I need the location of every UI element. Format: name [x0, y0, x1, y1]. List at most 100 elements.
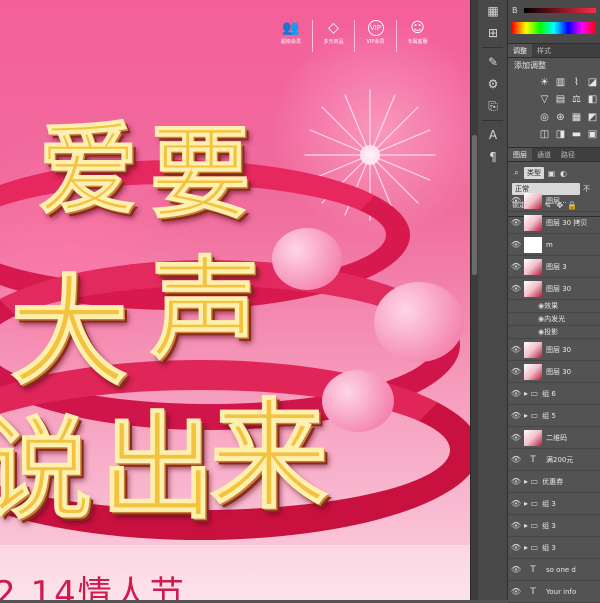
folder-icon[interactable]: ▸ ▭: [524, 543, 538, 552]
heart-balloon: [374, 282, 464, 362]
layer-row[interactable]: 👁 T 满200元: [508, 449, 600, 471]
color-slider-b[interactable]: B: [512, 4, 596, 16]
visibility-eye-icon[interactable]: 👁: [508, 367, 524, 376]
properties-icon[interactable]: ⊞: [478, 22, 508, 44]
selective-color-icon[interactable]: ▣: [586, 128, 599, 141]
visibility-eye-icon[interactable]: 👁: [508, 218, 524, 227]
layer-row[interactable]: 👁 ▸ ▭ 组 6: [508, 383, 600, 405]
visibility-eye-icon[interactable]: 👁: [508, 262, 524, 271]
clone-source-icon[interactable]: ⎘: [478, 95, 508, 117]
exposure-icon[interactable]: ◪: [586, 76, 599, 89]
layer-row[interactable]: 👁 Tso one d: [508, 559, 600, 581]
visibility-eye-icon[interactable]: 👁: [508, 521, 524, 530]
visibility-eye-icon[interactable]: 👁: [508, 284, 524, 293]
document-canvas[interactable]: 👥 超级会员 ◇ 多元商品 VIP VIP会员 ☺ 专属客服 爱 要 大 声 说…: [0, 0, 470, 600]
visibility-eye-icon[interactable]: 👁: [508, 240, 524, 249]
brush-icon[interactable]: ✎: [478, 51, 508, 73]
layer-row[interactable]: 👁 ▸ ▭ 组 5: [508, 405, 600, 427]
channel-mixer-icon[interactable]: ⊛: [554, 111, 567, 124]
layer-row[interactable]: 👁 图层 30: [508, 278, 600, 300]
promo-title: 2.14情人节: [0, 574, 186, 600]
visibility-eye-icon[interactable]: 👁: [508, 455, 524, 464]
layer-row[interactable]: ◉ 效果: [508, 300, 600, 313]
text-layer-icon: T: [530, 454, 536, 465]
folder-icon[interactable]: ▸ ▭: [524, 477, 538, 486]
heart-balloon: [272, 228, 342, 290]
feature-service: ☺ 专属客服: [396, 20, 438, 52]
layers-list: 👁 图层... 👁 图层 30 拷贝 👁 m 👁 图层 3 👁 图层 30 ◉ 效果 ◉ 内发光 ◉ 投…: [508, 190, 600, 603]
layer-row[interactable]: 👁 ▸ ▭ 组 3: [508, 537, 600, 559]
visibility-eye-icon[interactable]: 👁: [508, 477, 524, 486]
folder-icon[interactable]: ▸ ▭: [524, 389, 538, 398]
history-icon[interactable]: ▦: [478, 0, 508, 22]
folder-icon[interactable]: ▸ ▭: [524, 521, 538, 530]
gradient-map-icon[interactable]: ▬: [570, 128, 583, 141]
canvas-vertical-scrollbar[interactable]: [470, 0, 478, 600]
photo-filter-icon[interactable]: ◎: [538, 111, 551, 124]
layer-row[interactable]: 👁 二维码: [508, 427, 600, 449]
tab-layers[interactable]: 图层: [508, 148, 532, 161]
visibility-eye-icon[interactable]: 👁: [508, 587, 524, 596]
visibility-eye-icon[interactable]: 👁: [508, 411, 524, 420]
visibility-eye-icon[interactable]: 👁: [508, 499, 524, 508]
top-icon-bar: 👥 超级会员 ◇ 多元商品 VIP VIP会员 ☺ 专属客服: [270, 20, 438, 52]
visibility-eye-icon[interactable]: 👁: [508, 196, 524, 205]
levels-icon[interactable]: ▥: [554, 76, 567, 89]
paragraph-icon[interactable]: ¶: [478, 146, 508, 168]
layer-row[interactable]: 👁 图层 3: [508, 256, 600, 278]
tab-styles[interactable]: 样式: [532, 44, 556, 57]
color-lookup-icon[interactable]: ▦: [570, 111, 583, 124]
folder-icon[interactable]: ▸ ▭: [524, 411, 538, 420]
folder-icon[interactable]: ▸ ▭: [524, 499, 538, 508]
black-white-icon[interactable]: ◧: [586, 93, 599, 106]
posterize-icon[interactable]: ◫: [538, 128, 551, 141]
layer-row[interactable]: 👁 图层 30: [508, 339, 600, 361]
character-icon[interactable]: A: [478, 124, 508, 146]
brush-settings-icon[interactable]: ⚙: [478, 73, 508, 95]
layer-row[interactable]: 👁 图层...: [508, 190, 600, 212]
layer-row[interactable]: ◉ 投影: [508, 326, 600, 339]
invert-icon[interactable]: ◩: [586, 111, 599, 124]
visibility-eye-icon[interactable]: 👁: [508, 389, 524, 398]
adjustments-tabs: 调整 样式: [508, 44, 600, 58]
visibility-eye-icon[interactable]: 👁: [508, 433, 524, 442]
filter-type-select[interactable]: 类型: [524, 167, 544, 179]
layer-row[interactable]: ◉ 内发光: [508, 313, 600, 326]
visibility-eye-icon[interactable]: 👁: [508, 345, 524, 354]
hue-saturation-icon[interactable]: ▤: [554, 93, 567, 106]
layer-thumbnail: [524, 258, 542, 275]
text-layer-icon: T: [530, 586, 536, 597]
layer-name: 图层 30: [546, 345, 572, 354]
vibrance-icon[interactable]: ▽: [538, 93, 551, 106]
feature-label: 专属客服: [407, 39, 428, 45]
layer-row[interactable]: 👁 图层 30: [508, 361, 600, 383]
layer-thumbnail: [524, 236, 542, 253]
layer-filter-row: ⌕ 类型 ▣ ◐: [512, 165, 596, 181]
feature-label: VIP会员: [366, 39, 385, 45]
layer-row[interactable]: 👁 ▸ ▭ 组 3: [508, 493, 600, 515]
color-balance-icon[interactable]: ⚖: [570, 93, 583, 106]
pixel-filter-icon[interactable]: ▣: [547, 169, 556, 178]
layer-row[interactable]: 👁 ▸ ▭ 组 3: [508, 515, 600, 537]
layer-name: 组 6: [542, 389, 556, 398]
layer-row[interactable]: 👁 m: [508, 234, 600, 256]
layer-row[interactable]: 👁 图层 30 拷贝: [508, 212, 600, 234]
heart-balloon: [322, 370, 394, 432]
brightness-icon[interactable]: ☀: [538, 76, 551, 89]
slider-track[interactable]: [524, 7, 596, 13]
adjust-filter-icon[interactable]: ◐: [559, 169, 568, 178]
tab-adjustments[interactable]: 调整: [508, 44, 532, 57]
layer-name: 图层 30: [546, 367, 572, 376]
curves-icon[interactable]: ⌇: [570, 76, 583, 89]
visibility-eye-icon[interactable]: 👁: [508, 543, 524, 552]
layer-name: 图层 30: [546, 284, 572, 293]
vip-icon: VIP: [367, 20, 384, 36]
layer-row[interactable]: 👁 ▸ ▭ 优惠券: [508, 471, 600, 493]
scrollbar-thumb[interactable]: [472, 135, 477, 275]
threshold-icon[interactable]: ◨: [554, 128, 567, 141]
tab-paths[interactable]: 路径: [556, 148, 580, 161]
layer-thumbnail: [524, 363, 542, 380]
color-spectrum[interactable]: [512, 22, 596, 34]
tab-channels[interactable]: 通道: [532, 148, 556, 161]
visibility-eye-icon[interactable]: 👁: [508, 565, 524, 574]
